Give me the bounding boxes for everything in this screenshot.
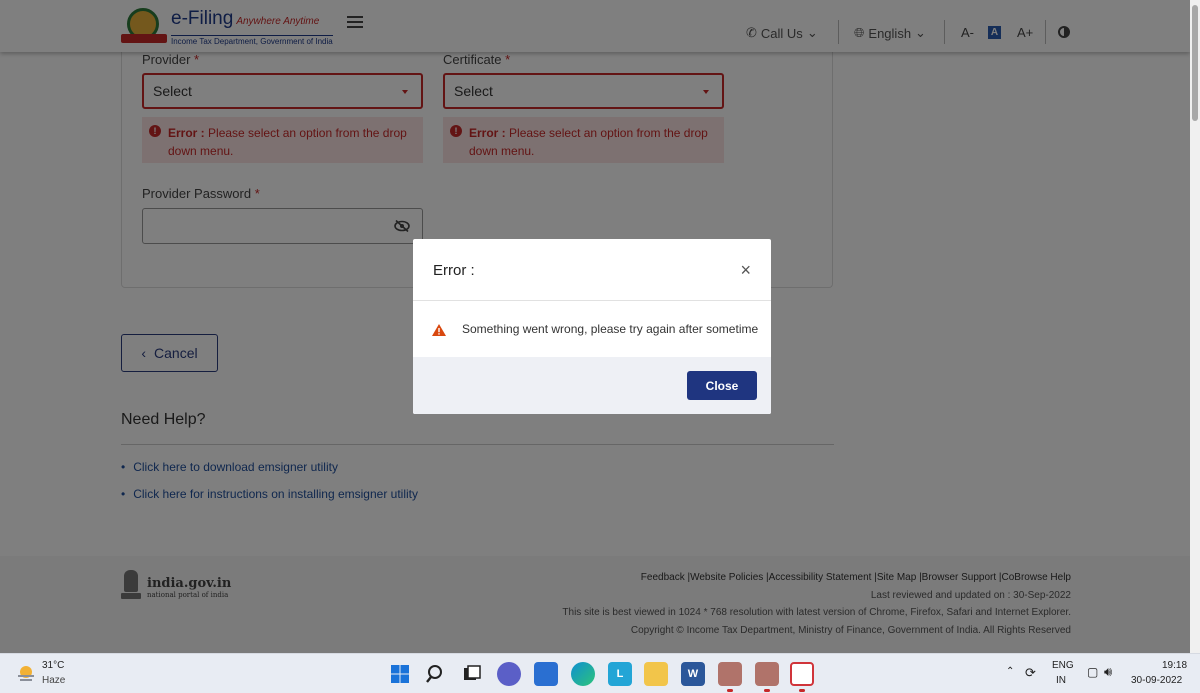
clock-date[interactable]: 30-09-2022 <box>1131 675 1182 686</box>
warning-icon <box>432 324 446 336</box>
mail-icon[interactable] <box>534 662 558 686</box>
snipping-tool-icon[interactable] <box>790 662 814 686</box>
weather-haze-icon[interactable] <box>16 664 36 684</box>
active-app-indicator <box>727 689 733 692</box>
word-icon[interactable]: W <box>681 662 705 686</box>
dialog-footer: Close <box>413 357 771 414</box>
clock-time[interactable]: 19:18 <box>1162 660 1187 671</box>
dialog-title: Error : <box>433 262 475 279</box>
chevron-up-icon[interactable]: ⌃ <box>1006 666 1014 677</box>
network-icon[interactable]: ▢ <box>1087 665 1098 679</box>
efiling-app-icon[interactable] <box>755 662 779 686</box>
weather-description[interactable]: Haze <box>42 675 65 686</box>
active-app-indicator <box>799 689 805 692</box>
dialog-message: Something went wrong, please try again a… <box>462 322 759 336</box>
weather-temperature[interactable]: 31°C <box>42 660 64 671</box>
scrollbar-thumb[interactable] <box>1192 5 1198 121</box>
volume-icon[interactable]: 🔊︎ <box>1104 664 1112 680</box>
teams-chat-icon[interactable] <box>497 662 521 686</box>
file-explorer-icon[interactable] <box>644 662 668 686</box>
search-icon[interactable] <box>424 662 448 686</box>
windows-start-icon[interactable] <box>388 662 412 686</box>
edge-browser-icon[interactable] <box>571 662 595 686</box>
page-scrollbar[interactable] <box>1190 0 1200 653</box>
dialog-divider <box>413 300 771 301</box>
sync-icon[interactable]: ⟳ <box>1025 665 1036 681</box>
close-icon[interactable]: × <box>740 261 751 279</box>
active-app-indicator <box>764 689 770 692</box>
efiling-app-icon[interactable] <box>718 662 742 686</box>
l-app-icon[interactable]: L <box>608 662 632 686</box>
error-dialog: Error : × Something went wrong, please t… <box>413 239 771 414</box>
language-indicator-bottom[interactable]: IN <box>1056 675 1066 686</box>
close-button[interactable]: Close <box>687 371 757 400</box>
windows-taskbar: 31°C Haze L W ⌃ ⟳ ENG IN ▢ 🔊︎ 19:18 30-0… <box>0 653 1200 693</box>
task-view-icon[interactable] <box>460 662 484 686</box>
language-indicator-top[interactable]: ENG <box>1052 660 1074 671</box>
